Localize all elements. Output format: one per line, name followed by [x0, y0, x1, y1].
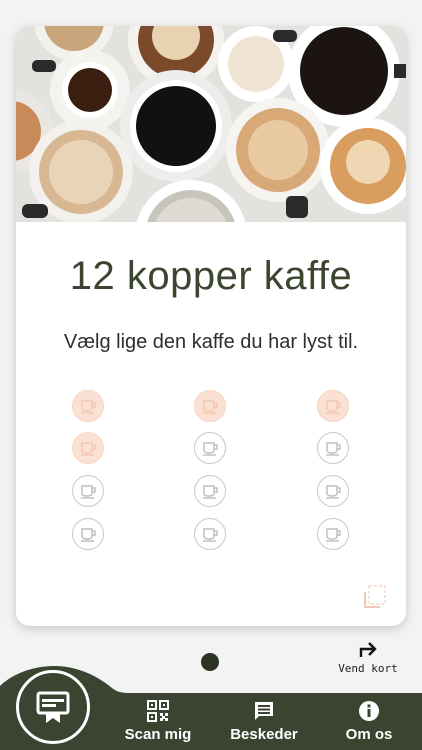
nav-label: Scan mig — [124, 726, 192, 743]
nav-about-us[interactable]: Om os — [334, 700, 404, 746]
turn-right-arrow-icon — [359, 642, 377, 657]
stamp-empty[interactable] — [72, 518, 104, 550]
coffee-cups-photo — [16, 26, 406, 222]
stamp-empty[interactable] — [194, 518, 226, 550]
stamp-empty[interactable] — [317, 518, 349, 550]
nav-messages[interactable]: Beskeder — [222, 700, 306, 746]
pager-dot[interactable] — [201, 653, 219, 671]
stamp-empty[interactable] — [72, 475, 104, 507]
stamp-filled[interactable] — [317, 390, 349, 422]
flip-card-button[interactable]: Vend kort — [332, 638, 404, 678]
stamp-filled[interactable] — [72, 432, 104, 464]
stamp-empty[interactable] — [194, 475, 226, 507]
loyalty-card-icon — [36, 691, 70, 723]
nav-scan-me[interactable]: Scan mig — [118, 700, 198, 746]
page-corner-icon[interactable] — [363, 582, 389, 608]
stamp-empty[interactable] — [317, 475, 349, 507]
message-icon — [255, 702, 273, 720]
stamp-filled[interactable] — [72, 390, 104, 422]
nav-label: Om os — [345, 726, 393, 743]
stamp-filled[interactable] — [194, 390, 226, 422]
stamp-empty[interactable] — [194, 432, 226, 464]
card-title: 12 kopper kaffe — [69, 254, 353, 298]
nav-label: Beskeder — [230, 726, 298, 743]
card-subtitle: Vælg lige den kaffe du har lyst til. — [63, 331, 359, 353]
qr-code-icon — [147, 700, 169, 722]
loyalty-card-button[interactable] — [16, 670, 90, 744]
stamp-empty[interactable] — [317, 432, 349, 464]
flip-card-label: Vend kort — [338, 662, 398, 675]
loyalty-card: 12 kopper kaffe Vælg lige den kaffe du h… — [16, 26, 406, 626]
info-icon — [359, 701, 379, 721]
